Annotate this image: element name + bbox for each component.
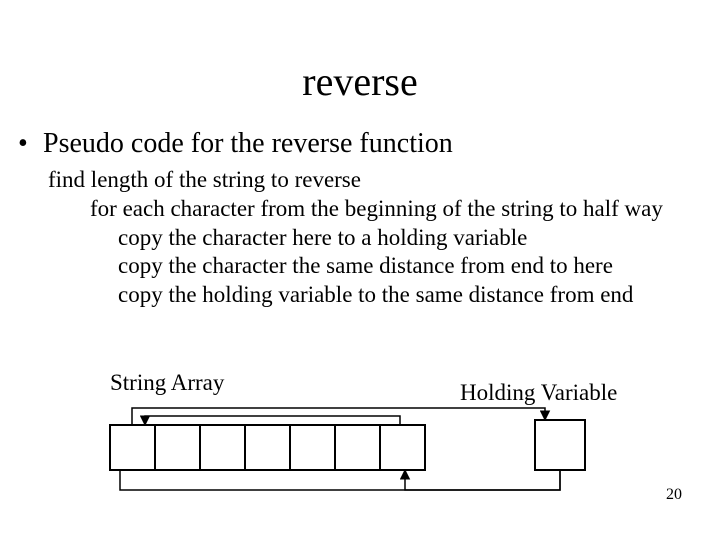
arrow-holding-to-last bbox=[120, 470, 560, 490]
arrow-first-to-holding bbox=[132, 408, 545, 425]
slide-title: reverse bbox=[0, 58, 720, 105]
pseudo-line-3: copy the character here to a holding var… bbox=[118, 224, 663, 253]
arrow-holding-to-last-up bbox=[405, 470, 560, 490]
pseudo-line-5: copy the holding variable to the same di… bbox=[118, 281, 663, 310]
arrow-last-to-first bbox=[145, 416, 400, 425]
pseudo-line-4: copy the character the same distance fro… bbox=[118, 252, 663, 281]
label-string-array: String Array bbox=[110, 370, 224, 396]
slide: reverse • Pseudo code for the reverse fu… bbox=[0, 0, 720, 540]
pseudo-line-2: for each character from the beginning of… bbox=[90, 195, 663, 224]
page-number: 20 bbox=[666, 486, 682, 504]
bullet-dot: • bbox=[18, 128, 36, 160]
pseudo-code-block: find length of the string to reverse for… bbox=[48, 166, 663, 310]
string-array-boxes bbox=[110, 425, 425, 470]
bullet-line: • Pseudo code for the reverse function bbox=[18, 128, 453, 160]
bullet-text: Pseudo code for the reverse function bbox=[43, 128, 453, 159]
pseudo-line-1: find length of the string to reverse bbox=[48, 166, 663, 195]
holding-variable-box bbox=[535, 420, 585, 470]
label-holding-variable: Holding Variable bbox=[460, 380, 617, 406]
